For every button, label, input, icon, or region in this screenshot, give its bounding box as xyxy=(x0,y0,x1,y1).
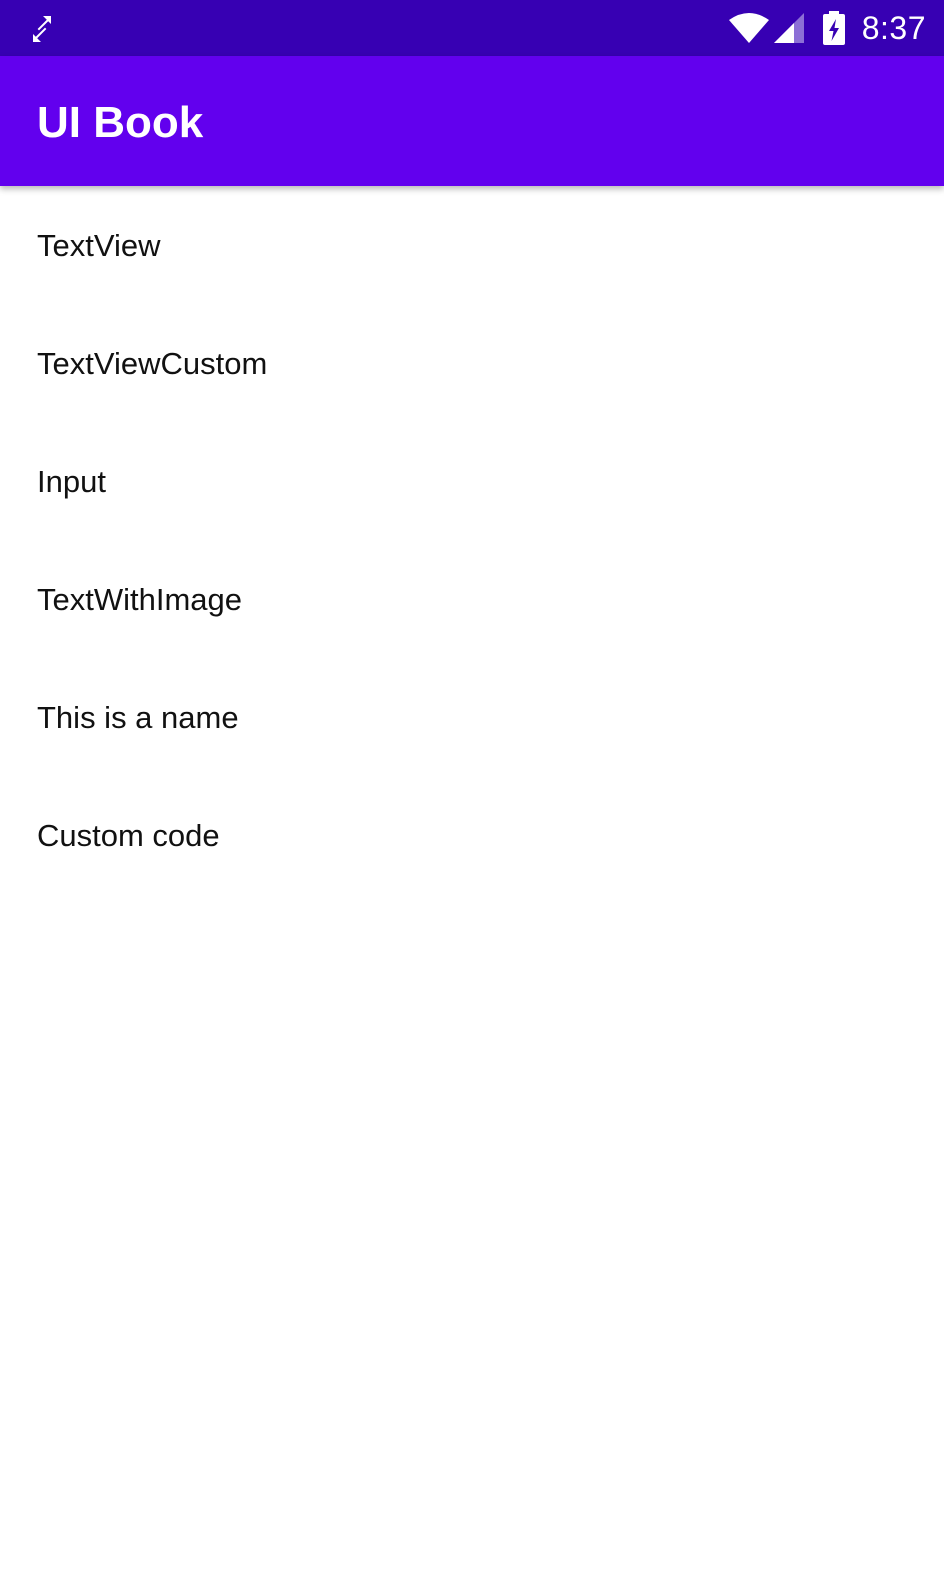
list-item-label: Custom code xyxy=(37,818,220,853)
sync-arrows-icon xyxy=(30,14,54,44)
list-item-textwithimage[interactable]: TextWithImage xyxy=(0,540,944,658)
status-icons: 8:37 xyxy=(728,0,926,56)
status-clock: 8:37 xyxy=(861,9,926,46)
list-item-label: TextViewCustom xyxy=(37,346,268,381)
battery-charging-icon xyxy=(822,11,846,45)
wifi-icon xyxy=(728,12,770,44)
list-item-label: This is a name xyxy=(37,700,239,735)
list-item-label: TextWithImage xyxy=(37,582,243,617)
app-title: UI Book xyxy=(37,98,204,147)
list-item-name[interactable]: This is a name xyxy=(0,658,944,776)
component-list: TextView TextViewCustom Input TextWithIm… xyxy=(0,186,944,894)
list-item-custom-code[interactable]: Custom code xyxy=(0,776,944,894)
status-bar: 8:37 xyxy=(0,0,944,56)
cell-signal-icon xyxy=(772,12,806,44)
list-item-textviewcustom[interactable]: TextViewCustom xyxy=(0,304,944,422)
app-bar: UI Book xyxy=(0,56,944,186)
list-item-input[interactable]: Input xyxy=(0,422,944,540)
list-item-label: Input xyxy=(37,464,106,499)
list-item-label: TextView xyxy=(37,228,161,263)
list-item-textview[interactable]: TextView xyxy=(0,186,944,304)
